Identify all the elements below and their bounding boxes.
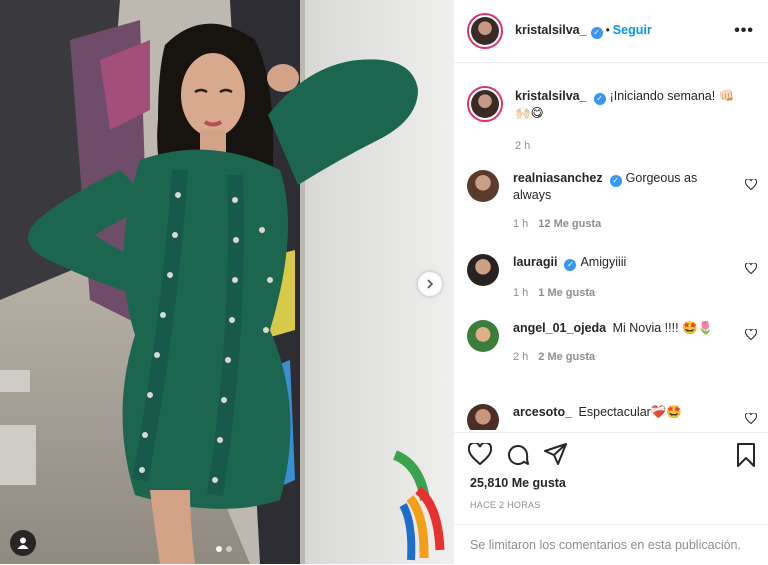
comment-text: Espectacular❤️‍🩹🤩 [578,405,682,419]
commenter-username[interactable]: angel_01_ojeda [513,321,606,335]
comment-likes[interactable]: 12 Me gusta [538,218,601,230]
tagged-users-button[interactable] [10,530,36,556]
separator-dot: • [605,23,610,37]
carousel-indicator [216,546,232,552]
likes-count[interactable]: 25,810 Me gusta [470,476,566,490]
comment-time: 1 h [513,287,529,299]
verified-badge-icon: ✓ [609,175,622,187]
commenter-username[interactable]: arcesoto_ [513,405,572,419]
comment-item: realniasanchez ✓ Gorgeous as always 1 h 12 … [467,170,757,233]
comment-text: Mi Novia !!!! 🤩🌷 [612,321,714,335]
photo-woman-green-dress [0,0,453,564]
comment-heart-icon[interactable] [745,329,757,340]
commenter-username[interactable]: realniasanchez [513,171,603,185]
comment-item: angel_01_ojeda Mi Novia !!!! 🤩🌷 2 h 2 Me … [467,320,757,366]
post-side-panel: kristalsilva_ ✓ • Seguir ••• kristalsilva_ ✓… [453,0,768,564]
caption-time: 2 h [515,140,531,152]
verified-badge-icon: ✓ [564,259,577,271]
comment-item: arcesoto_ Espectacular❤️‍🩹🤩 [467,404,757,430]
like-heart-icon[interactable] [468,443,492,465]
tag-user-icon [17,537,29,549]
chevron-right-icon [427,279,434,289]
comment-time: 2 h [513,351,529,363]
verified-badge-icon: ✓ [593,93,606,105]
share-icon[interactable] [544,443,568,465]
comments-list[interactable]: kristalsilva_ ✓ ¡Iniciando semana! 👊🏻🙌🏻😋 2… [454,64,768,430]
author-avatar[interactable] [467,13,503,49]
comment-heart-icon[interactable] [745,179,757,190]
instagram-post: kristalsilva_ ✓ • Seguir ••• kristalsilva_ ✓… [0,0,768,564]
commenter-avatar[interactable] [467,320,499,352]
comment-item: lauragii ✓ Amigyiiii 1 h 1 Me gusta [467,254,757,302]
post-timestamp[interactable]: HACE 2 HORAS [470,500,541,510]
post-image[interactable] [0,0,453,564]
commenter-avatar[interactable] [467,254,499,286]
comment-icon[interactable] [506,443,530,467]
caption-avatar[interactable] [467,86,503,122]
post-actions: 25,810 Me gusta HACE 2 HORAS Se limitaro… [454,432,768,564]
follow-button[interactable]: Seguir [613,23,652,37]
verified-badge-icon: ✓ [590,27,603,39]
comment-likes[interactable]: 2 Me gusta [538,351,595,363]
action-bar [468,443,756,471]
caption: kristalsilva_ ✓ ¡Iniciando semana! 👊🏻🙌🏻😋 2… [467,86,757,155]
author-username[interactable]: kristalsilva_ [515,23,587,37]
bookmark-icon[interactable] [736,443,756,467]
comment-heart-icon[interactable] [745,413,757,424]
comment-likes[interactable]: 1 Me gusta [538,287,595,299]
comment-text: Amigyiiii [580,255,627,269]
carousel-dot-active [216,546,222,552]
comment-heart-icon[interactable] [745,263,757,274]
commenter-username[interactable]: lauragii [513,255,557,269]
commenter-avatar[interactable] [467,404,499,430]
comment-time: 1 h [513,218,529,230]
post-header: kristalsilva_ ✓ • Seguir ••• [454,0,768,63]
next-image-button[interactable] [418,272,442,296]
comments-limited-notice: Se limitaron los comentarios en esta pub… [454,524,768,565]
caption-username[interactable]: kristalsilva_ [515,89,587,103]
more-options-icon[interactable]: ••• [734,22,754,40]
carousel-dot [226,546,232,552]
commenter-avatar[interactable] [467,170,499,202]
